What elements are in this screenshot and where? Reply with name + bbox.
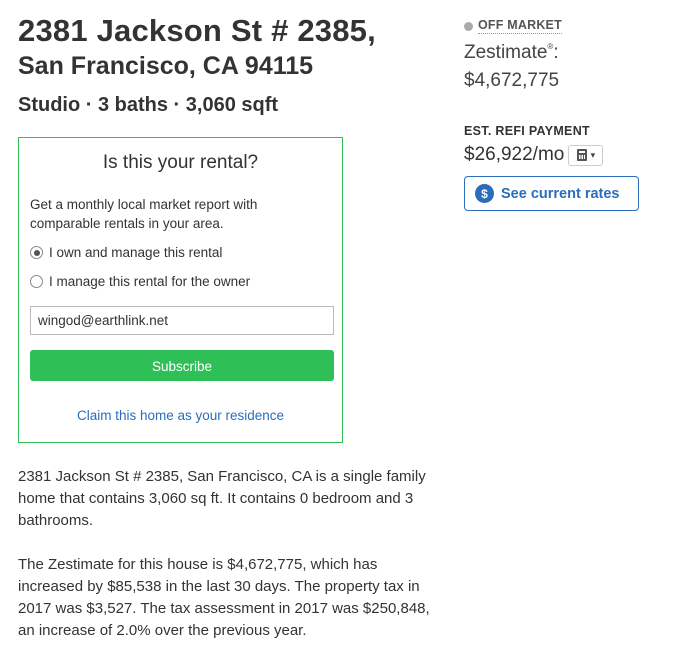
- address-line-2: San Francisco, CA 94115: [18, 52, 314, 80]
- rental-form-description: Get a monthly local market report with c…: [30, 197, 258, 231]
- radio-manage-for-owner[interactable]: I manage this rental for the owner: [30, 274, 250, 289]
- rental-form-title: Is this your rental?: [102, 152, 259, 173]
- radio-button-unchecked[interactable]: [30, 275, 43, 288]
- zestimate-label[interactable]: Zestimate®:: [464, 42, 684, 64]
- calculator-dropdown-button[interactable]: ▾: [568, 144, 604, 166]
- market-status[interactable]: OFF MARKET: [464, 18, 684, 34]
- radio-button-checked[interactable]: [30, 246, 43, 259]
- market-status-label: OFF MARKET: [478, 18, 562, 34]
- zestimate-colon: :: [553, 42, 559, 63]
- property-header: 2381 Jackson St # 2385, San Francisco, C…: [18, 12, 438, 118]
- description-paragraph-1: 2381 Jackson St # 2385, San Francisco, C…: [18, 468, 426, 529]
- see-current-rates-label: See current rates: [501, 185, 620, 202]
- refi-payment-row: $26,922/mo ▾: [464, 144, 684, 166]
- zestimate-label-text: Zestimate: [464, 42, 548, 63]
- chevron-down-icon: ▾: [590, 149, 596, 160]
- refi-payment-label: EST. REFI PAYMENT: [464, 124, 590, 138]
- zestimate-value: $4,672,775: [464, 70, 560, 91]
- status-dot-icon: [464, 21, 473, 31]
- property-description: 2381 Jackson St # 2385, San Francisco, C…: [18, 466, 430, 664]
- radio-own-manage[interactable]: I own and manage this rental: [30, 245, 222, 260]
- description-paragraph-2: The Zestimate for this house is $4,672,7…: [18, 556, 430, 639]
- claim-home-link[interactable]: Claim this home as your residence: [19, 408, 342, 423]
- property-facts: Studio · 3 baths · 3,060 sqft: [18, 94, 279, 116]
- email-field[interactable]: [30, 306, 334, 335]
- radio-label-own-manage: I own and manage this rental: [49, 245, 223, 260]
- subscribe-button[interactable]: Subscribe: [30, 350, 334, 381]
- radio-label-manage-for-owner: I manage this rental for the owner: [49, 274, 251, 289]
- dollar-circle-icon: $: [475, 184, 494, 203]
- see-current-rates-button[interactable]: $ See current rates: [464, 176, 639, 211]
- price-sidebar: OFF MARKET Zestimate®: $4,672,775 EST. R…: [464, 18, 684, 211]
- refi-payment-value: $26,922/mo: [464, 144, 565, 165]
- rental-report-form: Is this your rental? Get a monthly local…: [18, 137, 343, 443]
- address-line-1: 2381 Jackson St # 2385,: [18, 13, 376, 48]
- calculator-icon: [576, 149, 587, 161]
